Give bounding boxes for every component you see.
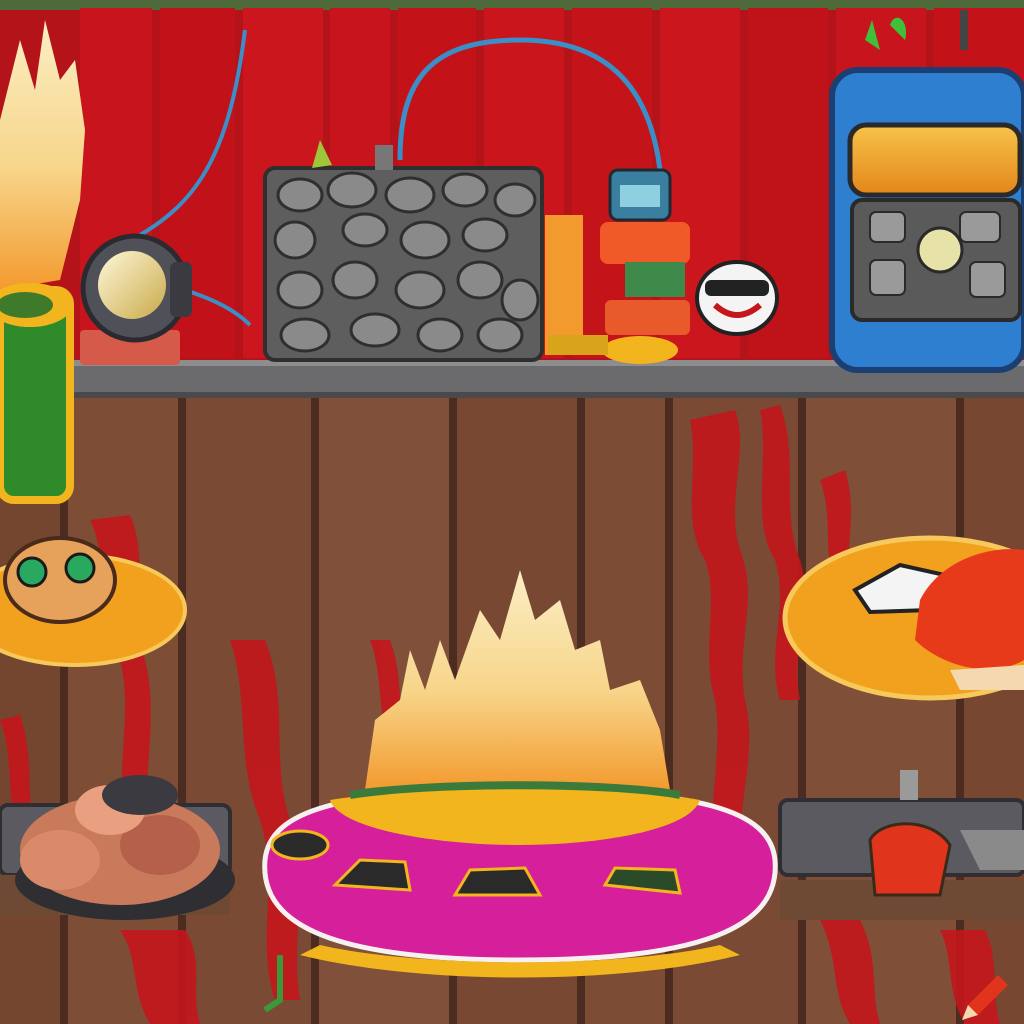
game-scene [0,0,1024,1024]
mask-badge[interactable] [695,260,779,336]
stone-block-generator[interactable] [263,140,583,362]
scene-canvas [0,0,1024,1024]
spotlight-lamp[interactable] [80,233,192,365]
